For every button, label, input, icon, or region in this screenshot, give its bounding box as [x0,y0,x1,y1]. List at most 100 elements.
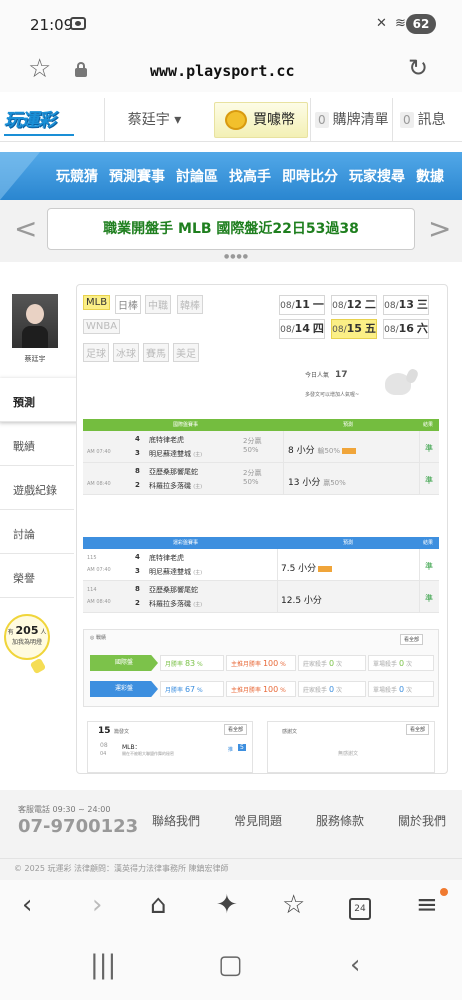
nav-item-search[interactable]: 玩家搜尋 [349,169,405,185]
sidebar-item-record[interactable]: 戰績 [0,422,74,466]
stats-see-all-button[interactable]: 看全部 [400,634,424,645]
battery-badge: 62 [406,14,436,34]
league-tag-wnba[interactable]: WNBA [83,319,121,334]
date-0811[interactable]: 08/11 一 [279,295,325,315]
back-icon[interactable]: ‹ [22,890,32,920]
browser-toolbar: ‹ › ⌂ ✦ ☆ 24 ≡ [0,880,462,938]
lock-icon[interactable] [75,62,87,77]
buy-coins-button[interactable]: 買噱幣 [214,102,308,138]
clock: 21:09 [30,16,74,34]
league-tag-mlb[interactable]: MLB [83,295,111,310]
nav-item-data[interactable]: 數據 [416,169,444,185]
thanks-see-all-button[interactable]: 看全部 [406,724,430,735]
system-back-icon[interactable]: ‹ [350,950,360,980]
table-row: AM 07:40 4 底特律老虎 3 明尼蘇達雙城 (主) 2分贏 50% 8 小分 … [83,431,439,463]
forward-icon[interactable]: › [92,890,102,920]
hotline-number[interactable]: 07-9700123 [18,816,138,837]
site-logo[interactable]: 玩運彩 [4,106,74,136]
carousel-dots[interactable]: ●●●● [224,253,249,260]
stats-row-lottery: 運彩盤 月勝率 67 % 主推月勝率 100 % 莊家殺手 0 次 單場殺手 0… [84,678,438,700]
profile-name: 蔡廷宇 [24,355,46,363]
mascot-image [379,369,419,401]
footer-link-faq[interactable]: 常見問題 [234,812,282,829]
sidebar-item-game-log[interactable]: 遊戲紀錄 [0,466,74,510]
date-0814[interactable]: 08/14 四 [279,319,325,339]
date-0815[interactable]: 08/15 五 [331,319,377,339]
fans-lightbulb[interactable]: 有 205 人 加我為明燈 [4,614,50,675]
nav-item-livescore[interactable]: 即時比分 [282,169,338,185]
post-item[interactable]: 08 04 MLB： 開在不被眼大聯盟作舞的秘密 推 5 [96,740,246,762]
reload-icon[interactable]: ↻ [408,54,428,82]
bookmark-star-icon[interactable]: ☆ [28,54,51,84]
site-header: 玩運彩 蔡廷宇 ▾ 買噱幣 0 購牌清單 0 訊息 [0,98,462,142]
bulb-icon [29,657,47,675]
sidebar-item-discuss[interactable]: 討論 [0,510,74,554]
cart-link[interactable]: 0 購牌清單 [310,98,390,142]
site-footer: 客服電話 09:30 ~ 24:00 07-9700123 聯絡我們 常見問題 … [0,790,462,858]
home-icon[interactable]: ⌂ [150,890,167,920]
footer-link-contact[interactable]: 聯絡我們 [152,812,200,829]
nav-item-predict[interactable]: 預測賽事 [109,169,165,185]
fans-prefix: 有 [7,629,14,636]
nav-item-forum[interactable]: 討論區 [176,169,218,185]
coin-icon [225,110,247,130]
table-row: 114 AM 08:40 8 亞歷桑那響尾蛇 2 科羅拉多落磯 (主) 12.5 小… [83,581,439,613]
posts-box: 15 篇發文 看全部 08 04 MLB： 開在不被眼大聯盟作舞的秘密 推 5 [87,721,253,773]
home-button-icon[interactable]: ▢ [218,950,243,980]
recents-icon[interactable]: ||| [90,950,116,980]
posts-label: 篇發文 [114,729,130,735]
posts-see-all-button[interactable]: 看全部 [224,724,248,735]
thanks-label: 感謝文 [282,729,298,735]
prediction-pick[interactable]: 13 小分 贏50% [288,475,346,488]
posts-count: 15 [98,726,111,736]
today-popularity: 今日人氣 17 [305,370,348,380]
prediction-pick[interactable]: 8 小分 輸50% [288,443,357,456]
league-tag-hockey[interactable]: 冰球 [113,343,139,362]
thanks-box: 感謝文 看全部 無感謝文 [267,721,435,773]
date-0812[interactable]: 08/12 二 [331,295,377,315]
lottery-table-header: 運彩盤賽事 預測 結果 [83,537,439,549]
msg-label: 訊息 [417,112,446,128]
status-bar: 21:09 ✕ ≋ ıl 62 [0,0,462,50]
league-tag-soccer[interactable]: 足球 [83,343,109,362]
league-tag-kbo[interactable]: 韓棒 [177,295,203,314]
user-menu[interactable]: 蔡廷宇 ▾ [104,98,204,142]
avatar[interactable] [12,294,58,348]
msg-count: 0 [400,112,414,128]
league-tag-horse[interactable]: 賽馬 [143,343,169,362]
result-badge: 準 [425,444,433,453]
record-stats-box: ◎ 戰績 看全部 國際盤 月勝率 83 % 主推月勝率 100 % 莊家殺手 0… [83,629,439,707]
fans-count: 205 [15,624,39,637]
bookmarks-icon[interactable]: ☆ [282,890,305,920]
cart-count: 0 [315,112,329,128]
tabs-icon[interactable]: 24 [349,898,371,920]
date-0816[interactable]: 08/16 六 [383,319,429,339]
result-badge: 準 [425,476,433,485]
footer-link-terms[interactable]: 服務條款 [316,812,364,829]
date-0813[interactable]: 08/13 三 [383,295,429,315]
menu-icon[interactable]: ≡ [416,890,438,920]
prediction-pick[interactable]: 7.5 小分 [281,561,333,574]
league-tag-cpbl[interactable]: 中職 [145,295,171,314]
messages-link[interactable]: 0 訊息 [392,98,462,142]
league-tag-nfl[interactable]: 美足 [173,343,199,362]
url-text[interactable]: www.playsport.cc [150,62,295,80]
prediction-pick[interactable]: 12.5 小分 [281,593,322,606]
popularity-note: 多發文可以增加人氣喔~ [305,392,360,398]
copyright: © 2025 玩運彩 法律顧問：漢英得力法律事務所 陳鎮宏律師 [0,858,462,880]
league-tag-npb[interactable]: 日棒 [115,295,141,314]
ai-sparkle-icon[interactable]: ✦ [216,890,238,920]
carousel-prev-icon[interactable]: < [14,212,37,245]
sidebar-item-predict[interactable]: 預測 [0,378,86,422]
banner-text[interactable]: 職業開盤手 MLB 國際盤近22日53過38 [47,208,415,250]
carousel-next-icon[interactable]: > [428,212,451,245]
result-badge: 準 [425,562,433,571]
nav-item-guess[interactable]: 玩競猜 [56,169,98,185]
sidebar-item-honor[interactable]: 榮譽 [0,554,74,598]
browser-url-bar: ☆ www.playsport.cc ↻ [0,50,462,92]
cart-label: 購牌清單 [332,112,389,128]
nav-item-experts[interactable]: 找高手 [229,169,271,185]
result-badge: 準 [425,594,433,603]
footer-link-about[interactable]: 關於我們 [398,812,446,829]
intl-table-header: 國際盤賽事 預測 結果 [83,419,439,431]
